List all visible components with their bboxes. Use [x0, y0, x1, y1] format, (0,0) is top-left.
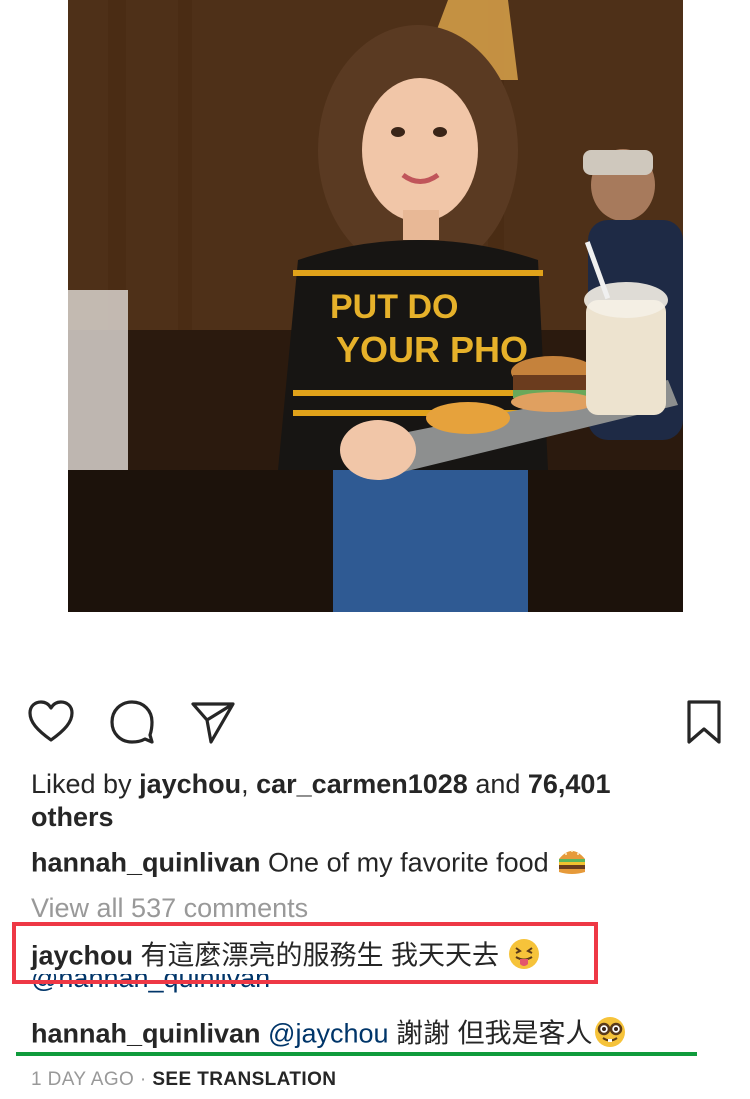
liker-link-2[interactable]: car_carmen1028 [256, 769, 468, 799]
post-caption: hannah_quinlivan One of my favorite food [31, 845, 730, 884]
bookmark-icon [687, 700, 721, 744]
comment-button[interactable] [108, 698, 156, 746]
liked-by-prefix: Liked by [31, 769, 140, 799]
liker-link-1[interactable]: jaychou [139, 769, 241, 799]
comment-mention[interactable]: @jaychou [261, 1019, 388, 1049]
likes-summary: Liked by jaychou, car_carmen1028 and 76,… [31, 768, 671, 834]
likes-separator: , [241, 769, 257, 799]
comment-hannah: hannah_quinlivan @jaychou 謝謝 但我是客人 [31, 1015, 730, 1056]
comment-username[interactable]: hannah_quinlivan [31, 1019, 261, 1049]
comment-text: 謝謝 但我是客人 [388, 1018, 593, 1049]
highlight-underline [16, 1052, 697, 1056]
send-icon [191, 702, 235, 744]
nerd-face-emoji-icon [593, 1015, 627, 1056]
burger-emoji-icon [556, 845, 588, 884]
post-photo[interactable]: PUT DO YOUR PHO [68, 0, 683, 612]
meta-dot: · [134, 1069, 153, 1090]
likes-count[interactable]: 76,401 [528, 769, 611, 799]
comment-icon [110, 700, 154, 744]
highlight-box [12, 922, 598, 984]
caption-username[interactable]: hannah_quinlivan [31, 848, 261, 878]
view-all-comments-link[interactable]: View all 537 comments [31, 892, 730, 924]
save-button[interactable] [680, 698, 728, 746]
post-time: 1 DAY AGO [31, 1069, 135, 1090]
likes-others[interactable]: others [31, 802, 114, 832]
post-action-bar [0, 690, 750, 752]
shirt-text-line2: YOUR PHO [336, 329, 528, 370]
see-translation-link[interactable]: SEE TRANSLATION [152, 1069, 336, 1090]
heart-icon [28, 700, 74, 742]
like-button[interactable] [27, 698, 75, 746]
photo-scene: PUT DO YOUR PHO [68, 0, 683, 612]
caption-text: One of my favorite food [260, 847, 549, 878]
post-meta: 1 DAY AGO · SEE TRANSLATION [31, 1064, 730, 1096]
share-button[interactable] [189, 698, 237, 746]
likes-and: and [467, 769, 528, 799]
shirt-text-line1: PUT DO [330, 288, 458, 326]
